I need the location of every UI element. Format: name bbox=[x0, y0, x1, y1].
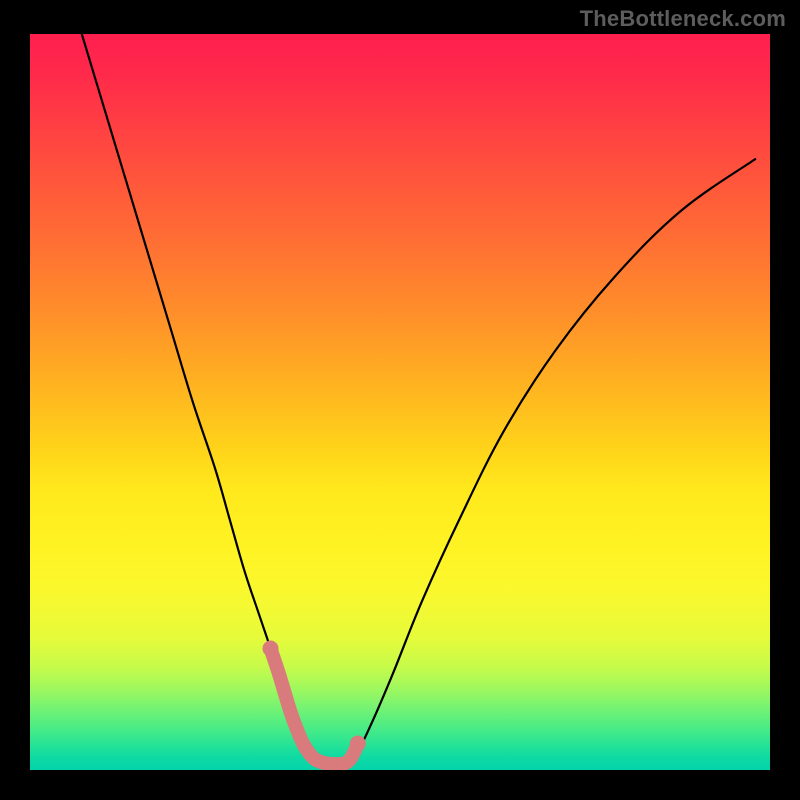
highlight-dot-start bbox=[263, 641, 279, 657]
chart-svg bbox=[30, 34, 770, 770]
highlight-segment bbox=[271, 649, 358, 765]
plot-area bbox=[30, 34, 770, 770]
chart-frame: TheBottleneck.com bbox=[0, 0, 800, 800]
bottleneck-curve bbox=[82, 34, 755, 765]
attribution-label: TheBottleneck.com bbox=[580, 6, 786, 32]
highlight-dot-end bbox=[350, 736, 366, 752]
